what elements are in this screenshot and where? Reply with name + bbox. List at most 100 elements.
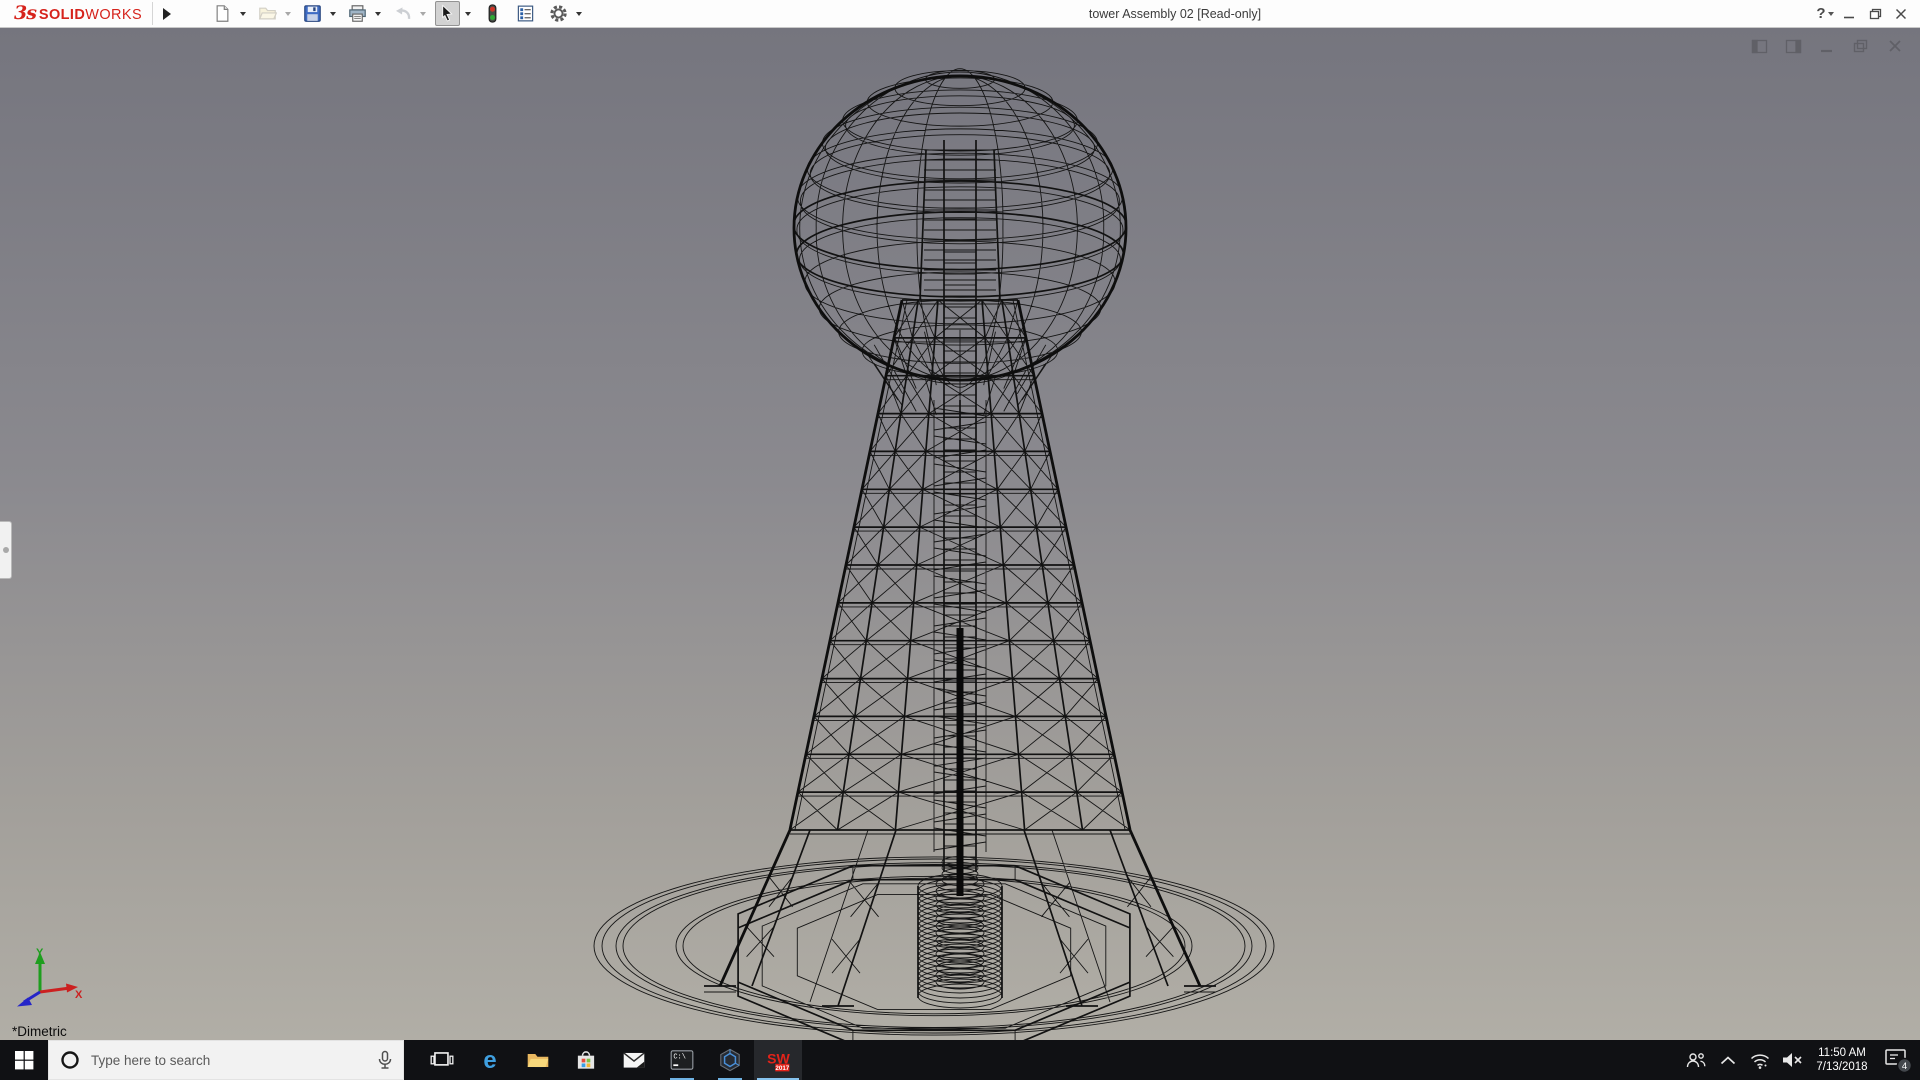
close-icon [1895,8,1907,20]
open-folder-icon [258,4,277,23]
interference-check-button[interactable] [480,1,505,26]
network-button[interactable] [1744,1040,1776,1080]
pane-right-icon [1785,39,1802,54]
select-button[interactable] [435,1,460,26]
print-dropdown-icon[interactable] [375,12,381,16]
edge-taskbar-button[interactable]: e [466,1040,514,1080]
graphics-viewport[interactable]: Y X *Dimetric [0,27,1920,1040]
window-title: tower Assembly 02 [Read-only] [1020,0,1330,27]
undo-dropdown-icon[interactable] [420,12,426,16]
clock-time: 11:50 AM [1810,1046,1874,1060]
svg-text:2017: 2017 [775,1065,789,1072]
options-dropdown-icon[interactable] [576,12,582,16]
wifi-icon [1748,1049,1772,1071]
open-button [255,1,280,26]
cmd-icon: C:\ [669,1047,695,1073]
quick-toolbar [209,1,590,26]
collapsed-panel-tab[interactable] [0,521,12,579]
panel-tab-dot-icon [3,547,9,553]
brand-mark: 3s [14,4,36,23]
minimize-button[interactable] [1836,0,1862,27]
doc-minimize-button[interactable] [1814,35,1840,57]
hexagon-icon [717,1047,743,1073]
action-center-icon: 4 [1883,1046,1913,1074]
pane-left-icon [1751,39,1768,54]
taskbar-clock[interactable]: 11:50 AM 7/13/2018 [1808,1046,1876,1074]
gear-icon [549,4,568,23]
svg-text:e: e [483,1047,496,1073]
minimize-icon [1843,8,1855,20]
y-axis-label: Y [36,947,44,959]
print-button[interactable] [345,1,370,26]
new-document-dropdown-icon[interactable] [240,12,246,16]
close-button[interactable] [1888,0,1914,27]
brand-solid: SOLID [39,7,85,23]
volume-button[interactable] [1776,1040,1808,1080]
people-button[interactable] [1680,1040,1712,1080]
taskbar-search-input[interactable]: Type here to search [48,1040,404,1080]
save-dropdown-icon[interactable] [330,12,336,16]
mail-icon [621,1047,647,1073]
options-button[interactable] [546,1,571,26]
solidworks-logo: 3s SOLID WORKS [14,4,142,23]
file-explorer-taskbar-button[interactable] [514,1040,562,1080]
windows-taskbar: Type here to search e C:\ SW2017 [0,1040,1920,1080]
task-view-taskbar-button[interactable] [418,1040,466,1080]
pane-right-button[interactable] [1780,35,1806,57]
save-button[interactable] [300,1,325,26]
print-icon [348,4,367,23]
design-report-button[interactable] [513,1,538,26]
task-view-icon [429,1047,455,1073]
menu-flyout-arrow-icon[interactable] [163,8,171,20]
mail-taskbar-button[interactable] [610,1040,658,1080]
taskbar-apps: e C:\ SW2017 [418,1040,802,1080]
tower-wireframe-model[interactable] [0,27,1920,1040]
separator [152,2,153,25]
orientation-triad: Y X [14,946,84,1012]
doc-close-button[interactable] [1882,35,1908,57]
chevron-up-icon [1719,1054,1737,1066]
microphone-icon[interactable] [375,1049,395,1071]
folder-icon [525,1047,551,1073]
start-button[interactable] [0,1040,48,1080]
doc-restore-button[interactable] [1848,35,1874,57]
help-dropdown-icon[interactable] [1828,12,1834,16]
save-floppy-icon [303,4,322,23]
app-titlebar: 3s SOLID WORKS tower Assembly 02 [Read-o… [0,0,1920,28]
open-dropdown-icon[interactable] [285,12,291,16]
command-prompt-taskbar-button[interactable]: C:\ [658,1040,706,1080]
notification-count: 4 [1902,1061,1907,1072]
window-controls: ? [1808,0,1914,27]
undo-button [390,1,415,26]
people-icon [1684,1049,1708,1071]
restore-button[interactable] [1862,0,1888,27]
clock-date: 7/13/2018 [1810,1060,1874,1074]
traffic-light-icon [483,4,502,23]
tray-expand-button[interactable] [1712,1040,1744,1080]
solidworks-2017-taskbar-button[interactable]: SW2017 [754,1040,802,1080]
system-tray: 11:50 AM 7/13/2018 4 [1680,1040,1920,1080]
volume-muted-icon [1780,1049,1804,1071]
pane-left-button[interactable] [1746,35,1772,57]
solidworks-icon: SW2017 [765,1047,791,1073]
select-arrow-icon [438,4,457,23]
svg-text:C:\: C:\ [673,1053,686,1061]
edge-icon: e [477,1047,503,1073]
hexagon-app-taskbar-button[interactable] [706,1040,754,1080]
x-axis-label: X [75,989,83,1001]
doc-restore-icon [1853,39,1869,54]
list-report-icon [516,4,535,23]
store-taskbar-button[interactable] [562,1040,610,1080]
new-document-icon [213,4,232,23]
action-center-button[interactable]: 4 [1876,1040,1920,1080]
brand-works: WORKS [85,7,142,23]
new-document-button[interactable] [210,1,235,26]
cortana-icon [59,1049,81,1071]
select-dropdown-icon[interactable] [465,12,471,16]
search-placeholder: Type here to search [91,1053,365,1068]
doc-minimize-icon [1820,39,1834,54]
undo-arrow-icon [393,4,412,23]
store-icon [573,1047,599,1073]
restore-icon [1869,8,1882,20]
view-orientation-label: *Dimetric [12,1024,67,1039]
